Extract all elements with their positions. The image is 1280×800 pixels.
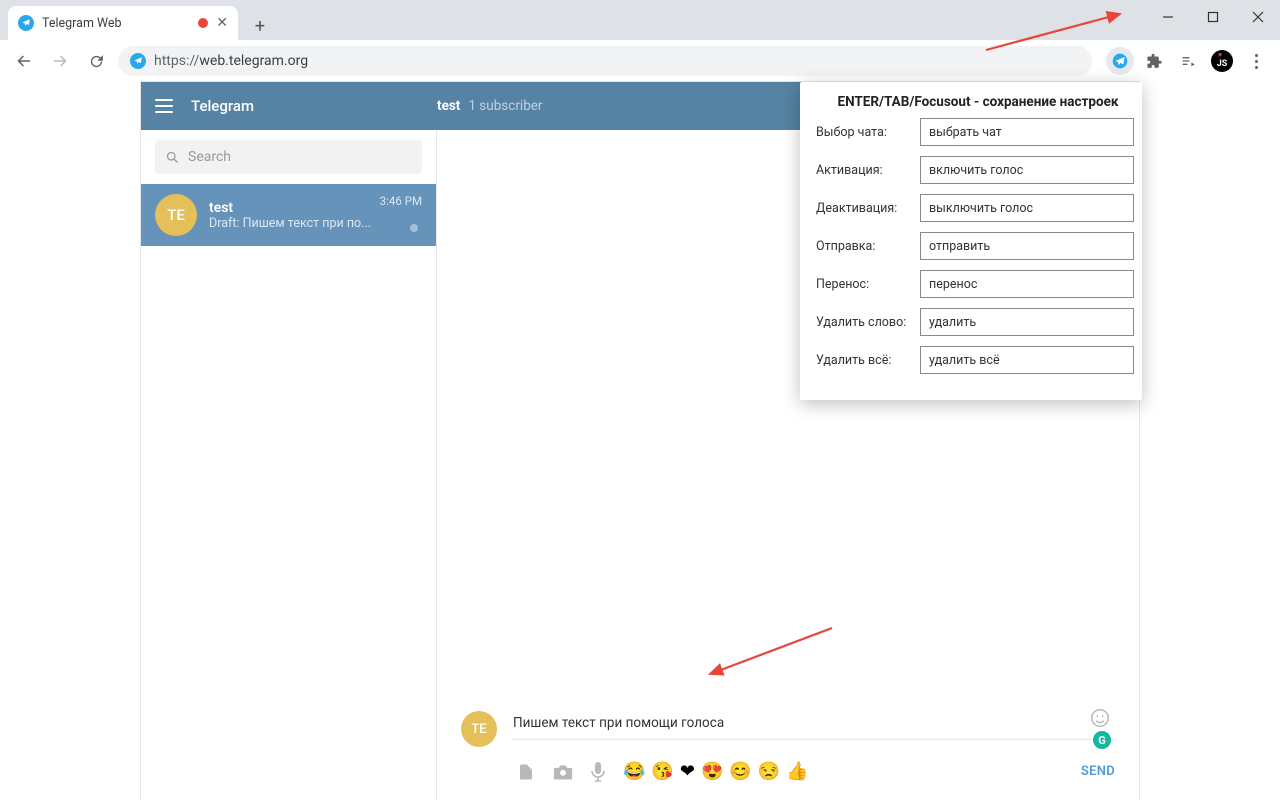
- extension-popup: ENTER/TAB/Focusout - сохранение настроек…: [800, 82, 1142, 400]
- popup-input-newline[interactable]: [920, 270, 1134, 298]
- url-input[interactable]: https://web.telegram.org: [118, 46, 1092, 76]
- popup-label: Отправка:: [816, 239, 912, 254]
- popup-label: Перенос:: [816, 277, 912, 292]
- window-close[interactable]: [1235, 0, 1280, 34]
- media-control-icon[interactable]: [1174, 47, 1202, 75]
- popup-input-select-chat[interactable]: [920, 118, 1134, 146]
- tab-close-icon[interactable]: ✕: [216, 15, 228, 31]
- popup-input-delete-all[interactable]: [920, 346, 1134, 374]
- popup-input-send[interactable]: [920, 232, 1134, 260]
- site-info-icon[interactable]: [130, 53, 146, 69]
- address-bar: https://web.telegram.org ♥JS: [0, 40, 1280, 82]
- tab-strip: Telegram Web ✕ +: [0, 0, 1280, 40]
- quick-emoji-row: 😂 😘 ❤ 😍 😊 😒 👍: [623, 761, 809, 782]
- window-controls: [1145, 0, 1280, 34]
- chat-unread-dot-icon: [410, 224, 418, 232]
- search-placeholder: Search: [188, 149, 231, 165]
- tab-title: Telegram Web: [42, 16, 122, 31]
- send-button[interactable]: SEND: [1081, 764, 1115, 779]
- composer-avatar: TE: [461, 711, 497, 747]
- recording-indicator-icon: [198, 18, 208, 28]
- voice-mic-icon[interactable]: [591, 762, 605, 782]
- popup-input-activate[interactable]: [920, 156, 1134, 184]
- composer-toolbar: 😂 😘 ❤ 😍 😊 😒 👍 SEND: [517, 761, 1115, 782]
- popup-label: Деактивация:: [816, 201, 912, 216]
- search-icon: [165, 150, 180, 165]
- popup-label: Удалить всё:: [816, 353, 912, 368]
- profile-avatar[interactable]: ♥JS: [1208, 47, 1236, 75]
- emoji-picker-icon[interactable]: [1089, 707, 1111, 729]
- emoji-option[interactable]: 😒: [758, 761, 780, 782]
- popup-label: Удалить слово:: [816, 315, 912, 330]
- popup-body[interactable]: Выбор чата: Активация: Деактивация: Отпр…: [816, 118, 1140, 386]
- chat-header-name: test: [437, 98, 460, 114]
- chat-draft: Draft: Пишем текст при по...: [209, 216, 422, 231]
- new-tab-button[interactable]: +: [246, 12, 274, 40]
- window-maximize[interactable]: [1190, 0, 1235, 34]
- popup-input-delete-word[interactable]: [920, 308, 1134, 336]
- chat-time: 3:46 PM: [380, 194, 422, 208]
- url-host: web.telegram.org: [199, 53, 308, 69]
- browser-tab[interactable]: Telegram Web ✕: [8, 6, 238, 40]
- url-protocol: https://: [154, 53, 199, 69]
- extension-telegram-icon[interactable]: [1106, 47, 1134, 75]
- toolbar-right: ♥JS: [1100, 47, 1270, 75]
- emoji-option[interactable]: 😊: [729, 761, 751, 782]
- nav-reload-icon[interactable]: [82, 47, 110, 75]
- emoji-option[interactable]: 😂: [623, 761, 645, 782]
- sidebar: Search TE test Draft: Пишем текст при по…: [141, 130, 437, 800]
- popup-label: Активация:: [816, 163, 912, 178]
- grammarly-icon[interactable]: G: [1093, 731, 1111, 749]
- nav-forward-icon[interactable]: [46, 47, 74, 75]
- message-input[interactable]: [511, 711, 1115, 740]
- app-title: Telegram: [191, 97, 254, 115]
- chrome-menu-icon[interactable]: [1242, 47, 1270, 75]
- emoji-option[interactable]: 😘: [651, 761, 673, 782]
- search-input[interactable]: Search: [155, 140, 422, 174]
- emoji-option[interactable]: ❤: [680, 761, 695, 782]
- browser-chrome: Telegram Web ✕ + https://web.telegram.or…: [0, 0, 1280, 82]
- attach-file-icon[interactable]: [517, 763, 535, 781]
- popup-label: Выбор чата:: [816, 125, 912, 140]
- nav-back-icon[interactable]: [10, 47, 38, 75]
- chat-list-item[interactable]: TE test Draft: Пишем текст при по... 3:4…: [141, 184, 436, 246]
- chat-header-sub: 1 subscriber: [468, 98, 542, 114]
- extensions-puzzle-icon[interactable]: [1140, 47, 1168, 75]
- composer: TE G 😂 😘 ❤: [437, 701, 1139, 800]
- popup-title: ENTER/TAB/Focusout - сохранение настроек: [816, 92, 1140, 118]
- window-minimize[interactable]: [1145, 0, 1190, 34]
- attach-photo-icon[interactable]: [553, 763, 573, 781]
- emoji-option[interactable]: 👍: [786, 761, 808, 782]
- chat-avatar: TE: [155, 194, 197, 236]
- telegram-favicon-icon: [18, 15, 34, 31]
- menu-hamburger-icon[interactable]: [155, 99, 173, 113]
- popup-input-deactivate[interactable]: [920, 194, 1134, 222]
- emoji-option[interactable]: 😍: [701, 761, 723, 782]
